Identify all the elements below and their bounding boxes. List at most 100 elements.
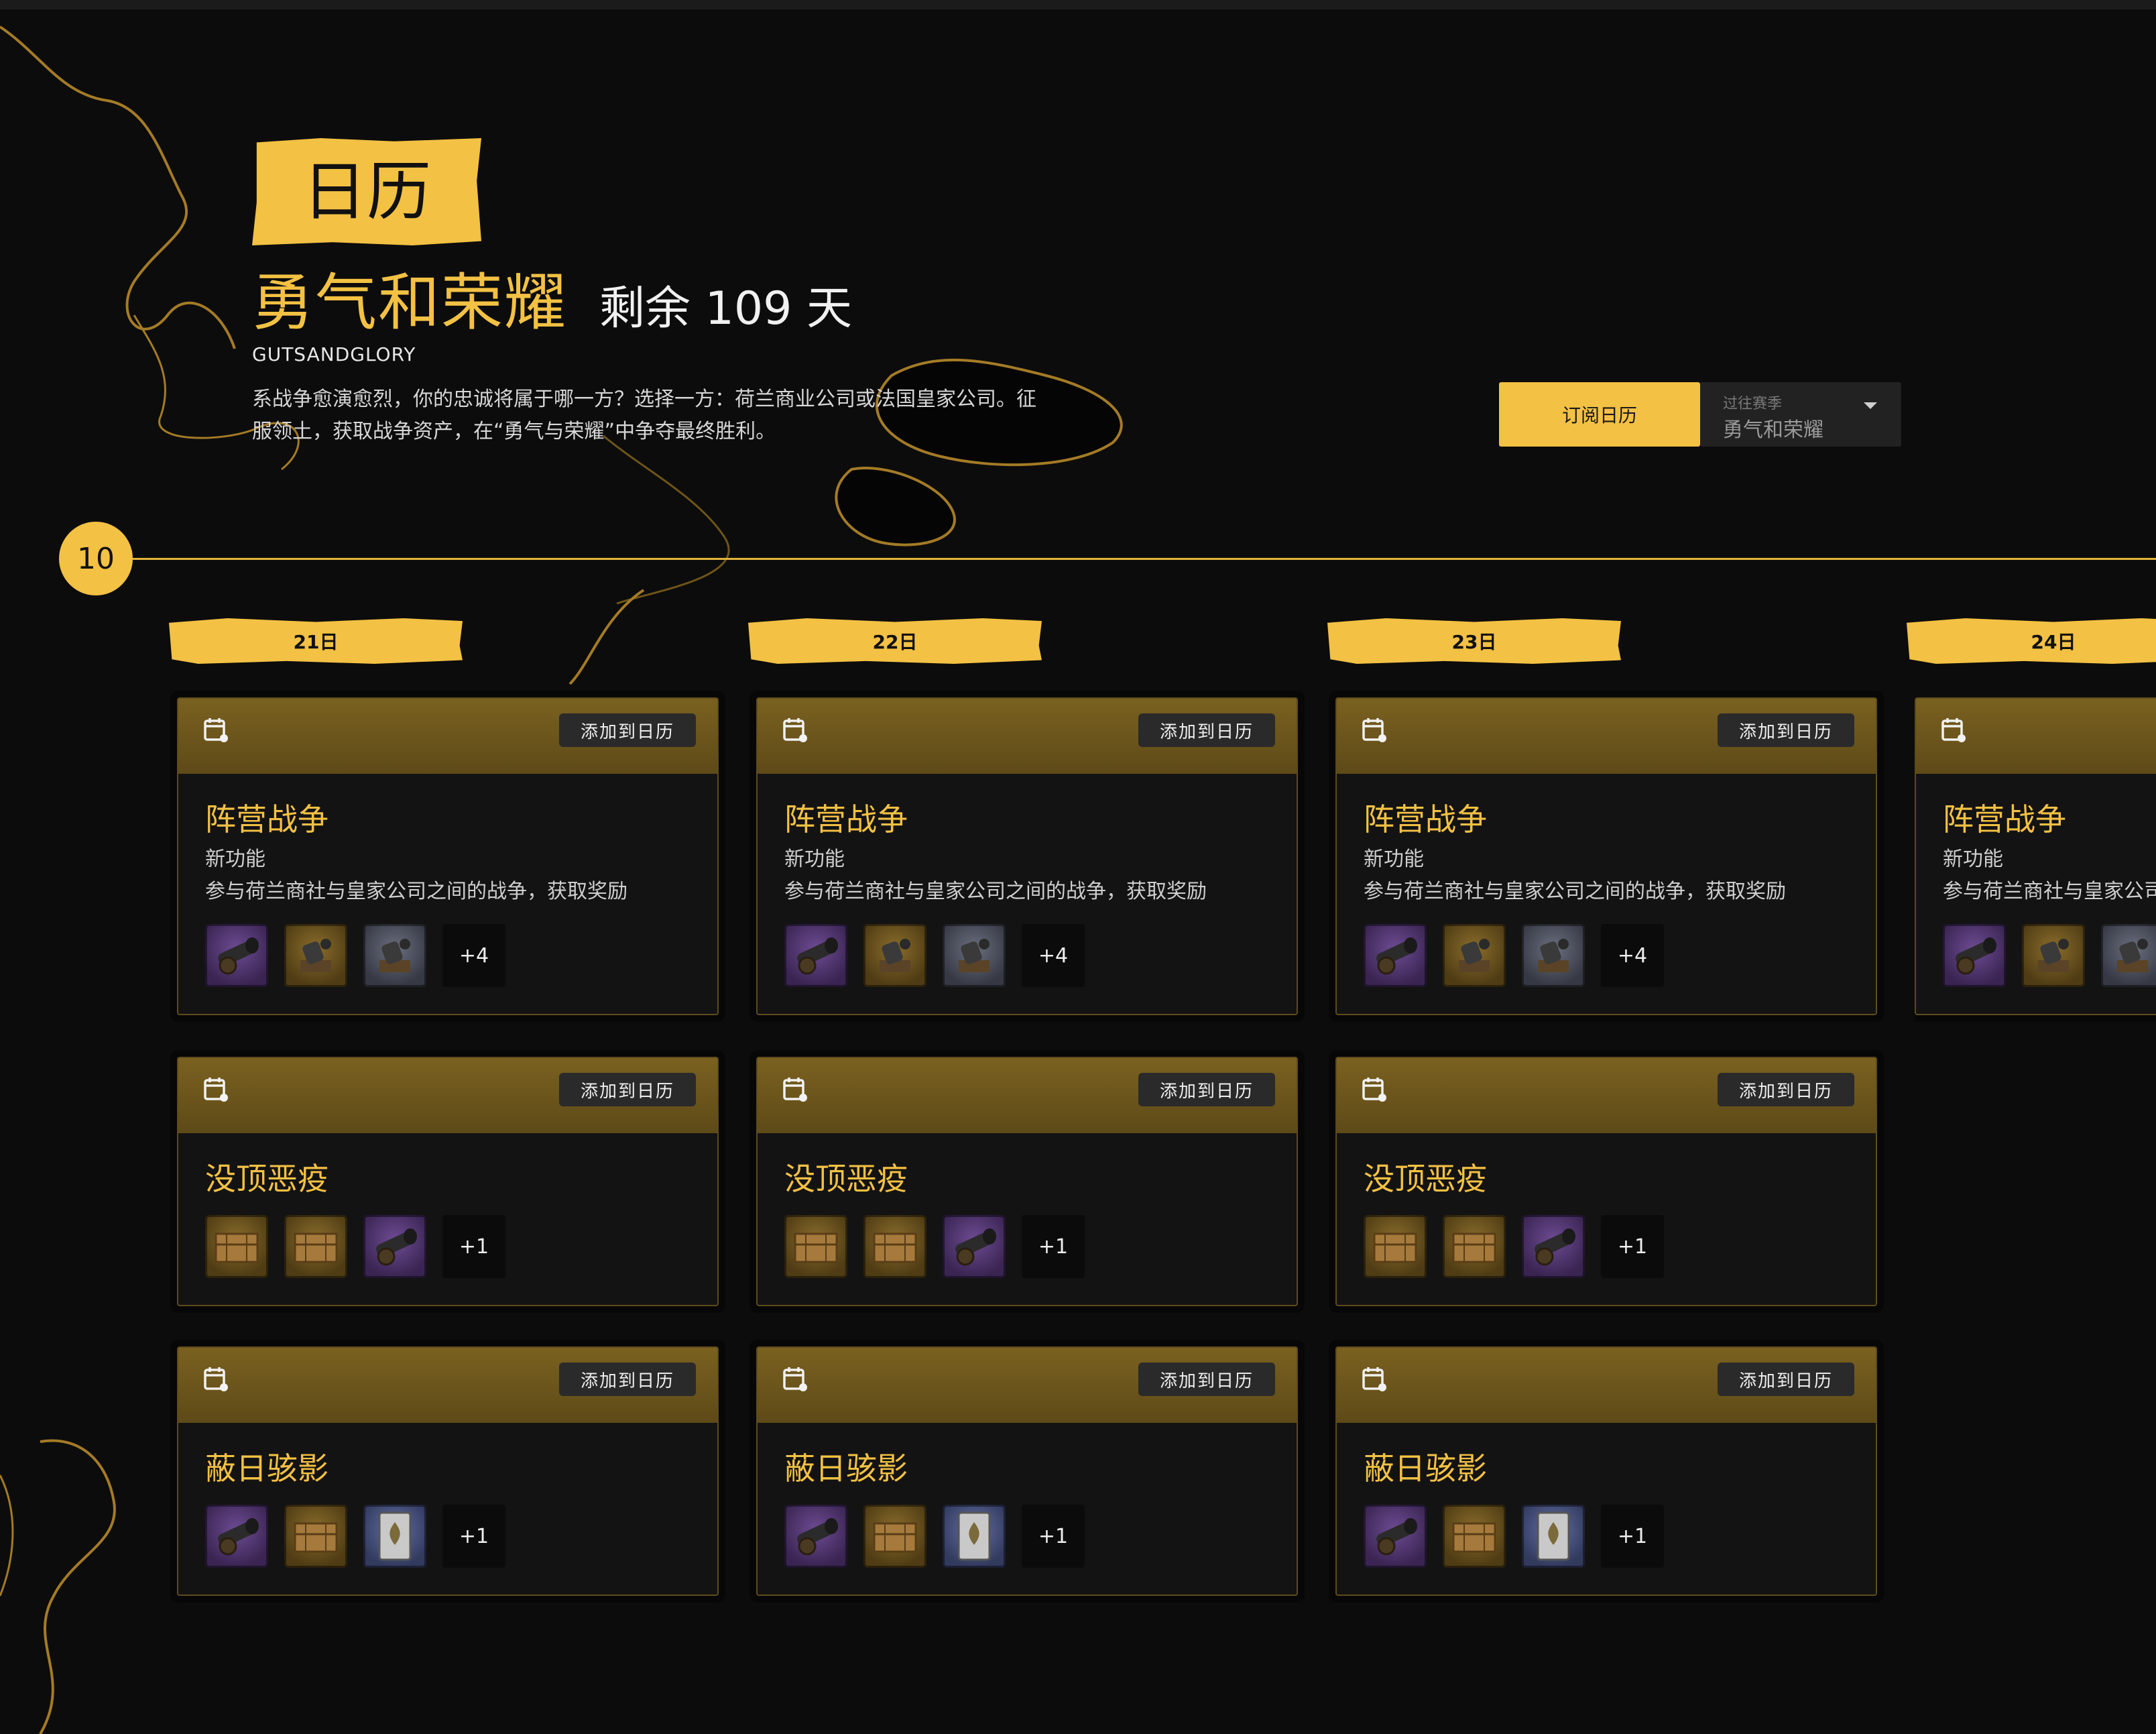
add-to-calendar-button[interactable]: 添加到日历 <box>1717 1363 1854 1396</box>
event-title: 蔽日骇影 <box>205 1450 328 1487</box>
mortar-gold-icon[interactable] <box>1443 924 1506 987</box>
add-to-calendar-button[interactable]: 添加到日历 <box>1717 713 1854 747</box>
chevron-down-icon <box>1864 402 1877 409</box>
calendar-icon <box>202 1365 229 1392</box>
event-card: 添加到日历 阵营战争 新功能 参与荷兰商社与皇家公司之间的战争，获取奖励 +4 <box>1335 697 1877 1015</box>
days-left: 剩余 109 天 <box>599 282 853 335</box>
add-to-calendar-button[interactable]: 添加到日历 <box>1138 713 1275 747</box>
reward-list: +1 <box>784 1215 1270 1278</box>
cannon-purple-icon[interactable] <box>1364 1505 1427 1568</box>
event-description: 参与荷兰商社与皇家公司之间的战争，获取奖励 <box>1943 880 2156 903</box>
cannon-purple-icon[interactable] <box>205 924 268 987</box>
cannon-purple-icon[interactable] <box>784 1505 847 1568</box>
cannon-gray-icon[interactable] <box>363 924 426 987</box>
event-card: 添加到日历 阵营战争 新功能 参与荷兰商社与皇家公司之间的战争，获取奖励 +4 <box>177 697 719 1015</box>
season-code: GUTSANDGLORY <box>252 343 416 365</box>
more-rewards-button[interactable]: +1 <box>1601 1505 1664 1568</box>
mortar-gold-icon[interactable] <box>284 924 347 987</box>
cannon-gray-icon[interactable] <box>943 924 1006 987</box>
calendar-icon <box>1361 716 1388 743</box>
add-to-calendar-button[interactable]: 添加到日历 <box>558 1363 696 1396</box>
event-card: 添加到日历 蔽日骇影 +1 <box>1335 1346 1877 1596</box>
add-to-calendar-button[interactable]: 添加到日历 <box>1138 1073 1275 1106</box>
card-blue-icon[interactable] <box>363 1505 426 1568</box>
cannon-gray-icon[interactable] <box>1522 924 1585 987</box>
add-to-calendar-button[interactable]: 添加到日历 <box>1717 1073 1854 1106</box>
month-badge: 10 <box>59 522 133 595</box>
calendar-icon <box>1361 1365 1388 1392</box>
card-blue-icon[interactable] <box>1522 1505 1585 1568</box>
chest-gold-icon[interactable] <box>284 1505 347 1568</box>
card-header: 添加到日历 <box>1337 699 1876 774</box>
event-card: 添加到日历 没顶恶疫 +1 <box>1335 1057 1877 1306</box>
event-title: 没顶恶疫 <box>1364 1161 1487 1197</box>
more-rewards-button[interactable]: +4 <box>1601 924 1664 987</box>
reward-list: +1 <box>1364 1505 1849 1568</box>
card-header: 添加到日历 <box>178 1058 717 1133</box>
chest-gold-icon[interactable] <box>1364 1215 1427 1278</box>
mortar-gold-icon[interactable] <box>2022 924 2085 987</box>
calendar-icon <box>202 1076 229 1102</box>
event-title: 阵营战争 <box>1364 801 1487 837</box>
reward-list: +4 <box>1364 924 1849 987</box>
card-header: 添加到日历 <box>1337 1348 1876 1423</box>
cannon-purple-icon[interactable] <box>1364 924 1427 987</box>
event-title: 阵营战争 <box>205 801 328 837</box>
event-card: 添加到日历 蔽日骇影 +1 <box>756 1346 1298 1596</box>
event-title: 阵营战争 <box>1943 801 2066 837</box>
event-title: 蔽日骇影 <box>784 1450 908 1487</box>
more-rewards-button[interactable]: +1 <box>1601 1215 1664 1278</box>
cannon-purple-icon[interactable] <box>363 1215 426 1278</box>
chest-gold-icon[interactable] <box>863 1215 926 1278</box>
calendar-icon <box>202 716 229 743</box>
more-rewards-button[interactable]: +1 <box>442 1505 505 1568</box>
date-tag: 22日 <box>748 618 1042 664</box>
card-header: 添加到日历 <box>178 1348 717 1423</box>
date-tag: 21日 <box>169 618 463 664</box>
event-card: 添加到日历 没顶恶疫 +1 <box>177 1057 719 1306</box>
season-select-label: 过往赛季 <box>1723 396 1783 412</box>
more-rewards-button[interactable]: +1 <box>1022 1505 1085 1568</box>
card-header: 添加到日历 <box>1337 1058 1876 1133</box>
more-rewards-button[interactable]: +1 <box>442 1215 505 1278</box>
cannon-gray-icon[interactable] <box>2101 924 2156 987</box>
chest-gold-icon[interactable] <box>1443 1215 1506 1278</box>
add-to-calendar-button[interactable]: 添加到日历 <box>558 1073 696 1106</box>
cannon-purple-icon[interactable] <box>784 924 847 987</box>
event-subtitle: 新功能 <box>1943 848 2003 871</box>
card-header: 添加到日历 <box>758 1058 1297 1133</box>
chest-gold-icon[interactable] <box>284 1215 347 1278</box>
card-blue-icon[interactable] <box>943 1505 1006 1568</box>
mortar-gold-icon[interactable] <box>863 924 926 987</box>
reward-list: +4 <box>205 924 691 987</box>
add-to-calendar-button[interactable]: 添加到日历 <box>1138 1363 1275 1396</box>
cannon-purple-icon[interactable] <box>943 1215 1006 1278</box>
date-tag: 23日 <box>1327 618 1621 664</box>
cannon-purple-icon[interactable] <box>205 1505 268 1568</box>
event-card: 添加到日历 蔽日骇影 +1 <box>177 1346 719 1596</box>
season-name: 勇气和荣耀 <box>252 267 568 339</box>
cannon-purple-icon[interactable] <box>1522 1215 1585 1278</box>
chest-gold-icon[interactable] <box>784 1215 847 1278</box>
reward-list: +1 <box>1364 1215 1849 1278</box>
chest-gold-icon[interactable] <box>205 1215 268 1278</box>
event-title: 没顶恶疫 <box>784 1161 908 1197</box>
chest-gold-icon[interactable] <box>863 1505 926 1568</box>
add-to-calendar-button[interactable]: 添加到日历 <box>558 713 696 747</box>
cannon-purple-icon[interactable] <box>1943 924 2006 987</box>
subscribe-calendar-button[interactable]: 订阅日历 <box>1499 382 1700 447</box>
event-title: 阵营战争 <box>784 801 908 837</box>
event-card-clip: 阵营战争 新功能 参与荷兰商社与皇家公司之间的战争，获取奖励 <box>1915 697 2156 1026</box>
season-select-value: 勇气和荣耀 <box>1723 418 1823 442</box>
more-rewards-button[interactable]: +4 <box>442 924 505 987</box>
chest-gold-icon[interactable] <box>1443 1505 1506 1568</box>
event-description: 参与荷兰商社与皇家公司之间的战争，获取奖励 <box>784 880 1207 903</box>
more-rewards-button[interactable]: +4 <box>1022 924 1085 987</box>
event-description: 参与荷兰商社与皇家公司之间的战争，获取奖励 <box>205 880 627 903</box>
calendar-tag: 日历 <box>252 138 481 245</box>
more-rewards-button[interactable]: +1 <box>1022 1215 1085 1278</box>
event-card: 添加到日历 阵营战争 新功能 参与荷兰商社与皇家公司之间的战争，获取奖励 +4 <box>756 697 1298 1015</box>
season-title: 勇气和荣耀 剩余 109 天 <box>252 263 852 343</box>
season-description: 系战争愈演愈烈，你的忠诚将属于哪一方？选择一方：荷兰商业公司或法国皇家公司。征服… <box>252 388 1036 443</box>
season-select[interactable]: 过往赛季 勇气和荣耀 <box>1700 382 1901 447</box>
